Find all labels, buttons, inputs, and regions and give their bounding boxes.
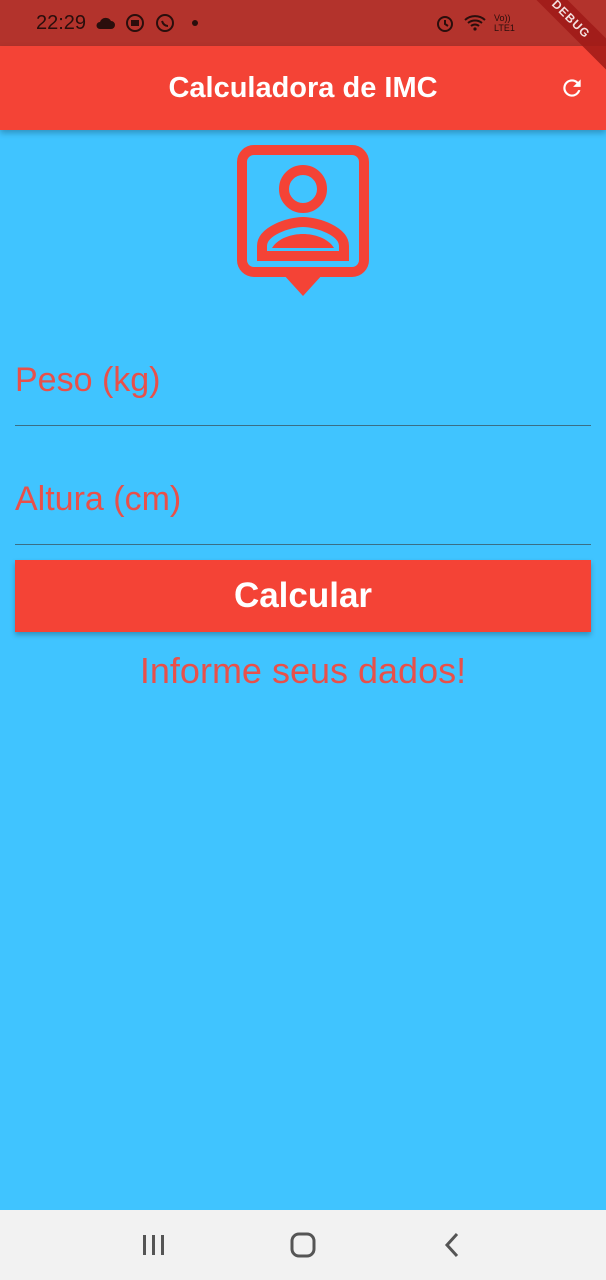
peso-field <box>15 332 591 426</box>
whatsapp-icon <box>154 12 176 34</box>
person-pin-icon <box>236 144 370 300</box>
system-nav-bar <box>0 1210 606 1280</box>
peso-input[interactable] <box>15 332 591 425</box>
recent-apps-icon <box>143 1235 165 1255</box>
calcular-button[interactable]: Calcular <box>15 560 591 632</box>
status-left: 22:29 <box>36 12 206 35</box>
refresh-button[interactable] <box>556 72 588 104</box>
back-chevron-icon <box>444 1232 458 1258</box>
altura-input[interactable] <box>15 451 591 544</box>
status-bar: 22:29 Vo)) LTE1 <box>0 0 606 46</box>
refresh-icon <box>563 79 581 97</box>
home-icon <box>290 1232 316 1258</box>
info-text: Informe seus dados! <box>139 650 467 691</box>
recent-apps-button[interactable] <box>124 1215 184 1275</box>
volte-lte-icon: Vo)) LTE1 <box>494 13 515 33</box>
altura-field <box>15 451 591 545</box>
cloud-icon <box>94 12 116 34</box>
home-button[interactable] <box>273 1215 333 1275</box>
back-button[interactable] <box>422 1215 482 1275</box>
wifi-icon <box>464 12 486 34</box>
app-bar: Calculadora de IMC <box>0 46 606 130</box>
alarm-icon <box>434 12 456 34</box>
status-right: Vo)) LTE1 <box>434 12 518 34</box>
status-time: 22:29 <box>36 11 87 34</box>
chat-bubble-icon <box>124 12 146 34</box>
page-title: Calculadora de IMC <box>168 71 438 104</box>
dot-icon <box>184 12 206 34</box>
